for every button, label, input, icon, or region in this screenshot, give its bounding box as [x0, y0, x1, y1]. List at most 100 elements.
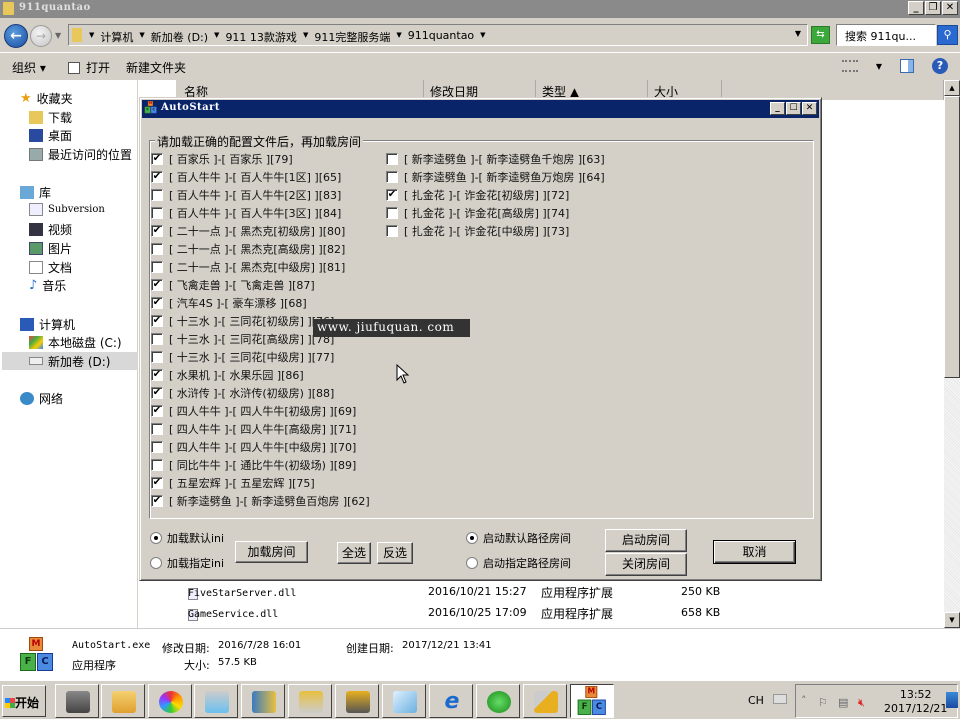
room-checkbox[interactable] — [386, 153, 398, 165]
breadcrumb-item[interactable]: 911完整服务端 — [314, 29, 390, 45]
chevron-icon[interactable]: ▼ — [139, 29, 144, 45]
taskbar-notepad[interactable] — [382, 684, 426, 718]
room-checkbox-row[interactable]: ✔ [ 四人牛牛 ]-[ 四人牛牛[初级房] ][69] — [151, 403, 356, 419]
close-button[interactable]: ✕ — [942, 1, 958, 15]
volume-muted-icon[interactable]: 🔇︎ — [858, 696, 865, 710]
room-checkbox-row[interactable]: ✔ [ 水果机 ]-[ 水果乐园 ][86] — [151, 367, 304, 383]
taskbar-tools-app[interactable] — [288, 684, 332, 718]
room-checkbox-row[interactable]: ✔ [ 新李逵劈鱼 ]-[ 新李逵劈鱼百炮房 ][62] — [151, 493, 370, 509]
room-checkbox[interactable] — [151, 189, 163, 201]
room-checkbox[interactable]: ✔ — [151, 369, 163, 381]
address-bar[interactable]: ▼ 计算机 ▼ 新加卷 (D:) ▼ 911 13款游戏 ▼ 911完整服务端 … — [68, 24, 808, 46]
room-checkbox[interactable]: ✔ — [151, 387, 163, 399]
room-checkbox[interactable] — [386, 171, 398, 183]
taskbar-key-app[interactable] — [523, 684, 567, 718]
breadcrumb-item[interactable]: 新加卷 (D:) — [151, 29, 208, 45]
taskbar-colorful-app[interactable] — [148, 684, 192, 718]
room-checkbox-row[interactable]: ✔ [ 飞禽走兽 ]-[ 飞禽走兽 ][87] — [151, 277, 315, 293]
room-checkbox-row[interactable]: [ 百人牛牛 ]-[ 百人牛牛[3区] ][84] — [151, 205, 341, 221]
nav-libraries[interactable]: 库 — [20, 184, 51, 201]
nav-pictures[interactable]: 图片 — [29, 240, 72, 257]
nav-music[interactable]: ♪ 音乐 — [29, 277, 66, 294]
room-checkbox-row[interactable]: [ 新李逵劈鱼 ]-[ 新李逵劈鱼万炮房 ][64] — [386, 169, 605, 185]
radio-button[interactable] — [150, 532, 162, 544]
room-checkbox[interactable]: ✔ — [151, 315, 163, 327]
show-hidden-icons-button[interactable]: ˄ — [801, 694, 807, 707]
room-checkbox[interactable]: ✔ — [151, 225, 163, 237]
back-button[interactable]: ← — [4, 24, 28, 48]
nav-videos[interactable]: 视频 — [29, 221, 72, 238]
preview-pane-icon[interactable] — [900, 59, 914, 73]
room-checkbox-row[interactable]: [ 十三水 ]-[ 三同花[中级房] ][77] — [151, 349, 334, 365]
radio-start-custom[interactable]: 启动指定路径房间 — [466, 555, 571, 571]
room-checkbox[interactable] — [386, 207, 398, 219]
refresh-button[interactable]: ⇆ — [811, 26, 830, 44]
breadcrumb-item[interactable]: 计算机 — [100, 29, 133, 45]
scroll-up-button[interactable]: ▲ — [944, 80, 960, 96]
room-checkbox-row[interactable]: [ 扎金花 ]-[ 诈金花[中级房] ][73] — [386, 223, 569, 239]
network-status-icon[interactable]: ▤ — [838, 696, 848, 709]
chevron-icon[interactable]: ▼ — [214, 29, 219, 45]
room-checkbox-row[interactable]: [ 同比牛牛 ]-[ 通比牛牛(初级场) ][89] — [151, 457, 356, 473]
select-all-button[interactable]: 全选 — [337, 542, 371, 564]
dialog-close-button[interactable]: ✕ — [802, 102, 817, 115]
room-checkbox[interactable] — [151, 423, 163, 435]
search-icon[interactable]: ⚲ — [937, 25, 958, 45]
view-options-icon[interactable] — [841, 60, 858, 72]
room-checkbox[interactable]: ✔ — [386, 189, 398, 201]
room-checkbox-row[interactable]: [ 新李逵劈鱼 ]-[ 新李逵劈鱼千炮房 ][63] — [386, 151, 605, 167]
chevron-icon[interactable]: ▼ — [303, 29, 308, 45]
room-checkbox-row[interactable]: ✔ [ 五星宏辉 ]-[ 五星宏辉 ][75] — [151, 475, 315, 491]
search-input[interactable]: 搜索 911qu... — [836, 24, 936, 46]
room-checkbox-row[interactable]: ✔ [ 百人牛牛 ]-[ 百人牛牛[1区] ][65] — [151, 169, 341, 185]
room-checkbox-row[interactable]: [ 二十一点 ]-[ 黑杰克[高级房] ][82] — [151, 241, 345, 257]
room-checkbox[interactable] — [151, 351, 163, 363]
room-checkbox-row[interactable]: ✔ [ 汽车4S ]-[ 豪车漂移 ][68] — [151, 295, 307, 311]
room-checkbox-row[interactable]: ✔ [ 扎金花 ]-[ 诈金花[初级房] ][72] — [386, 187, 569, 203]
room-checkbox[interactable] — [151, 441, 163, 453]
dialog-title-bar[interactable]: MFC AutoStart _ ☐ ✕ — [142, 100, 819, 118]
radio-start-default[interactable]: 启动默认路径房间 — [466, 530, 571, 546]
room-checkbox[interactable]: ✔ — [151, 171, 163, 183]
taskbar-ie[interactable]: e — [429, 684, 473, 718]
taskbar-sync-app[interactable] — [476, 684, 520, 718]
invert-selection-button[interactable]: 反选 — [377, 542, 413, 564]
room-checkbox-row[interactable]: [ 十三水 ]-[ 三同花[高级房] ][78] — [151, 331, 334, 347]
show-desktop-button[interactable] — [946, 692, 958, 708]
file-list-scrollbar[interactable]: ▲ ▼ — [944, 80, 960, 628]
nav-recent[interactable]: 最近访问的位置 — [29, 146, 132, 163]
address-dropdown-icon[interactable]: ▼ — [795, 29, 801, 38]
scroll-down-button[interactable]: ▼ — [944, 612, 960, 628]
breadcrumb-item[interactable]: 911 13款游戏 — [225, 29, 297, 45]
nav-local-disk[interactable]: 本地磁盘 (C:) — [29, 334, 122, 351]
radio-button[interactable] — [466, 557, 478, 569]
keyboard-icon[interactable] — [773, 694, 787, 704]
new-folder-button[interactable]: 新建文件夹 — [126, 59, 186, 76]
chevron-icon[interactable]: ▼ — [89, 29, 94, 45]
nav-favorites[interactable]: ★ 收藏夹 — [20, 90, 73, 107]
taskbar-remote-app[interactable] — [335, 684, 379, 718]
room-checkbox[interactable] — [151, 261, 163, 273]
room-checkbox-row[interactable]: ✔ [ 水浒传 ]-[ 水浒传(初级房) ][88] — [151, 385, 334, 401]
forward-button[interactable]: → — [30, 25, 52, 47]
room-checkbox-row[interactable]: ✔ [ 百家乐 ]-[ 百家乐 ][79] — [151, 151, 293, 167]
room-checkbox-row[interactable]: ✔ [ 十三水 ]-[ 三同花[初级房] ][76] — [151, 313, 334, 329]
radio-load-default[interactable]: 加载默认ini — [150, 530, 224, 546]
taskbar-server-app[interactable] — [241, 684, 285, 718]
load-rooms-button[interactable]: 加载房间 — [235, 541, 308, 563]
nav-documents[interactable]: 文档 — [29, 259, 72, 276]
organize-button[interactable]: 组织 ▾ — [12, 59, 46, 76]
room-checkbox[interactable] — [151, 459, 163, 471]
room-checkbox-row[interactable]: ✔ [ 二十一点 ]-[ 黑杰克[初级房] ][80] — [151, 223, 345, 239]
room-checkbox[interactable]: ✔ — [151, 495, 163, 507]
room-checkbox-row[interactable]: [ 四人牛牛 ]-[ 四人牛牛[高级房] ][71] — [151, 421, 356, 437]
start-rooms-button[interactable]: 启动房间 — [605, 529, 687, 552]
room-checkbox[interactable]: ✔ — [151, 153, 163, 165]
room-checkbox-row[interactable]: [ 二十一点 ]-[ 黑杰克[中级房] ][81] — [151, 259, 345, 275]
nav-subversion[interactable]: Subversion — [29, 203, 105, 216]
room-checkbox-row[interactable]: [ 百人牛牛 ]-[ 百人牛牛[2区] ][83] — [151, 187, 341, 203]
start-button[interactable]: 开始 — [2, 685, 46, 717]
cancel-button[interactable]: 取消 — [713, 540, 796, 564]
room-checkbox-row[interactable]: [ 扎金花 ]-[ 诈金花[高级房] ][74] — [386, 205, 569, 221]
dialog-minimize-button[interactable]: _ — [770, 102, 785, 115]
